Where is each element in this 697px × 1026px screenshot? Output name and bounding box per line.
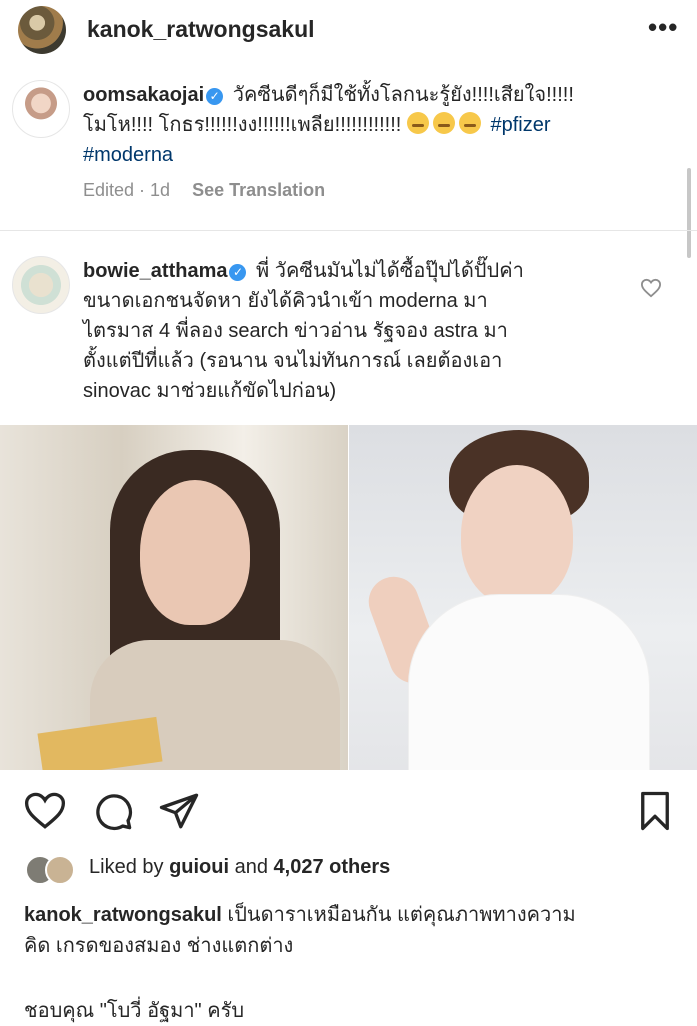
verified-badge-icon: ✓ — [229, 264, 247, 281]
likes-middle: and — [229, 856, 274, 878]
likes-summary[interactable]: Liked by guioui and 4,027 others — [89, 856, 390, 879]
hashtag-link[interactable]: #moderna — [83, 144, 173, 166]
caption-text: คิด เกรดของสมอง ช่างแตกต่าง — [24, 935, 294, 957]
photo-subject — [461, 465, 573, 605]
divider — [0, 230, 697, 231]
action-bar — [0, 790, 697, 834]
post-caption: kanok_ratwongsakul เป็นดาราเหมือนกัน แต่… — [24, 900, 674, 962]
comment-username[interactable]: oomsakaojai — [83, 84, 204, 106]
bookmark-icon[interactable] — [636, 790, 678, 832]
caption-text: เป็นดาราเหมือนกัน แต่คุณภาพทางความ — [221, 904, 576, 926]
likes-count[interactable]: 4,027 others — [274, 856, 391, 878]
heart-icon[interactable] — [24, 790, 66, 832]
heart-outline-icon[interactable] — [640, 278, 662, 304]
emoji-icon — [406, 112, 429, 134]
comment-text: sinovac มาช่วยแก้ขัดไปก่อน) — [83, 380, 337, 402]
photo-subject — [140, 480, 250, 625]
photo-subject — [409, 595, 649, 770]
post-photo-right[interactable] — [349, 425, 697, 770]
liked-by-user[interactable]: guioui — [169, 856, 229, 878]
comment-avatar[interactable] — [12, 256, 70, 314]
comment-text: ขนาดเอกชนจัดหา ยังได้คิวนำเข้า moderna ม… — [83, 290, 488, 312]
comment: oomsakaojai ✓ วัคซีนดีๆก็มีใช้ทั้งโลกนะรู… — [83, 80, 663, 170]
photo-envelope — [37, 716, 163, 770]
caption-text: ชอบคุณ "โบวี่ อัฐมา" ครับ — [24, 1000, 245, 1022]
caption-username[interactable]: kanok_ratwongsakul — [24, 904, 222, 926]
likes-prefix: Liked by — [89, 856, 170, 878]
post-header: kanok_ratwongsakul ••• — [0, 0, 697, 60]
scrollbar[interactable] — [687, 168, 691, 258]
hashtag-link[interactable]: #pfizer — [490, 114, 550, 136]
emoji-icon — [458, 112, 481, 134]
comment-icon[interactable] — [92, 790, 134, 832]
post-photo-left[interactable] — [0, 425, 348, 770]
avatar[interactable] — [45, 855, 75, 885]
verified-badge-icon: ✓ — [206, 88, 224, 105]
avatar[interactable] — [18, 6, 66, 54]
comment-text: ตั้งแต่ปีที่แล้ว (รอนาน จนไม่ทันการณ์ เล… — [83, 350, 503, 372]
comment-username[interactable]: bowie_atthama — [83, 260, 227, 282]
see-translation-button[interactable]: See Translation — [192, 180, 325, 200]
comment: bowie_atthama ✓ พี่ วัคซีนมันไม่ได้ซื้อปุ… — [83, 256, 633, 406]
comment-text: โมโห!!!! โกธร!!!!!!งง!!!!!!เพลีย!!!!!!!!… — [83, 114, 402, 136]
edited-label: Edited · 1d — [83, 180, 171, 200]
comment-text: วัคซีนดีๆก็มีใช้ทั้งโลกนะรู้ยัง!!!!เสียใ… — [232, 84, 574, 106]
comment-text: พี่ วัคซีนมันไม่ได้ซื้อปุ๊ปได้ปั๊ปค่า — [256, 260, 524, 282]
comment-meta: Edited · 1d See Translation — [83, 180, 325, 201]
emoji-icon — [432, 112, 455, 134]
comment-avatar[interactable] — [12, 80, 70, 138]
more-options-icon[interactable]: ••• — [648, 12, 678, 43]
comment-text: ไตรมาส 4 พี่ลอง search ข่าวอ่าน รัฐจอง a… — [83, 320, 508, 342]
post-username[interactable]: kanok_ratwongsakul — [87, 16, 315, 43]
paper-plane-icon[interactable] — [158, 790, 200, 832]
